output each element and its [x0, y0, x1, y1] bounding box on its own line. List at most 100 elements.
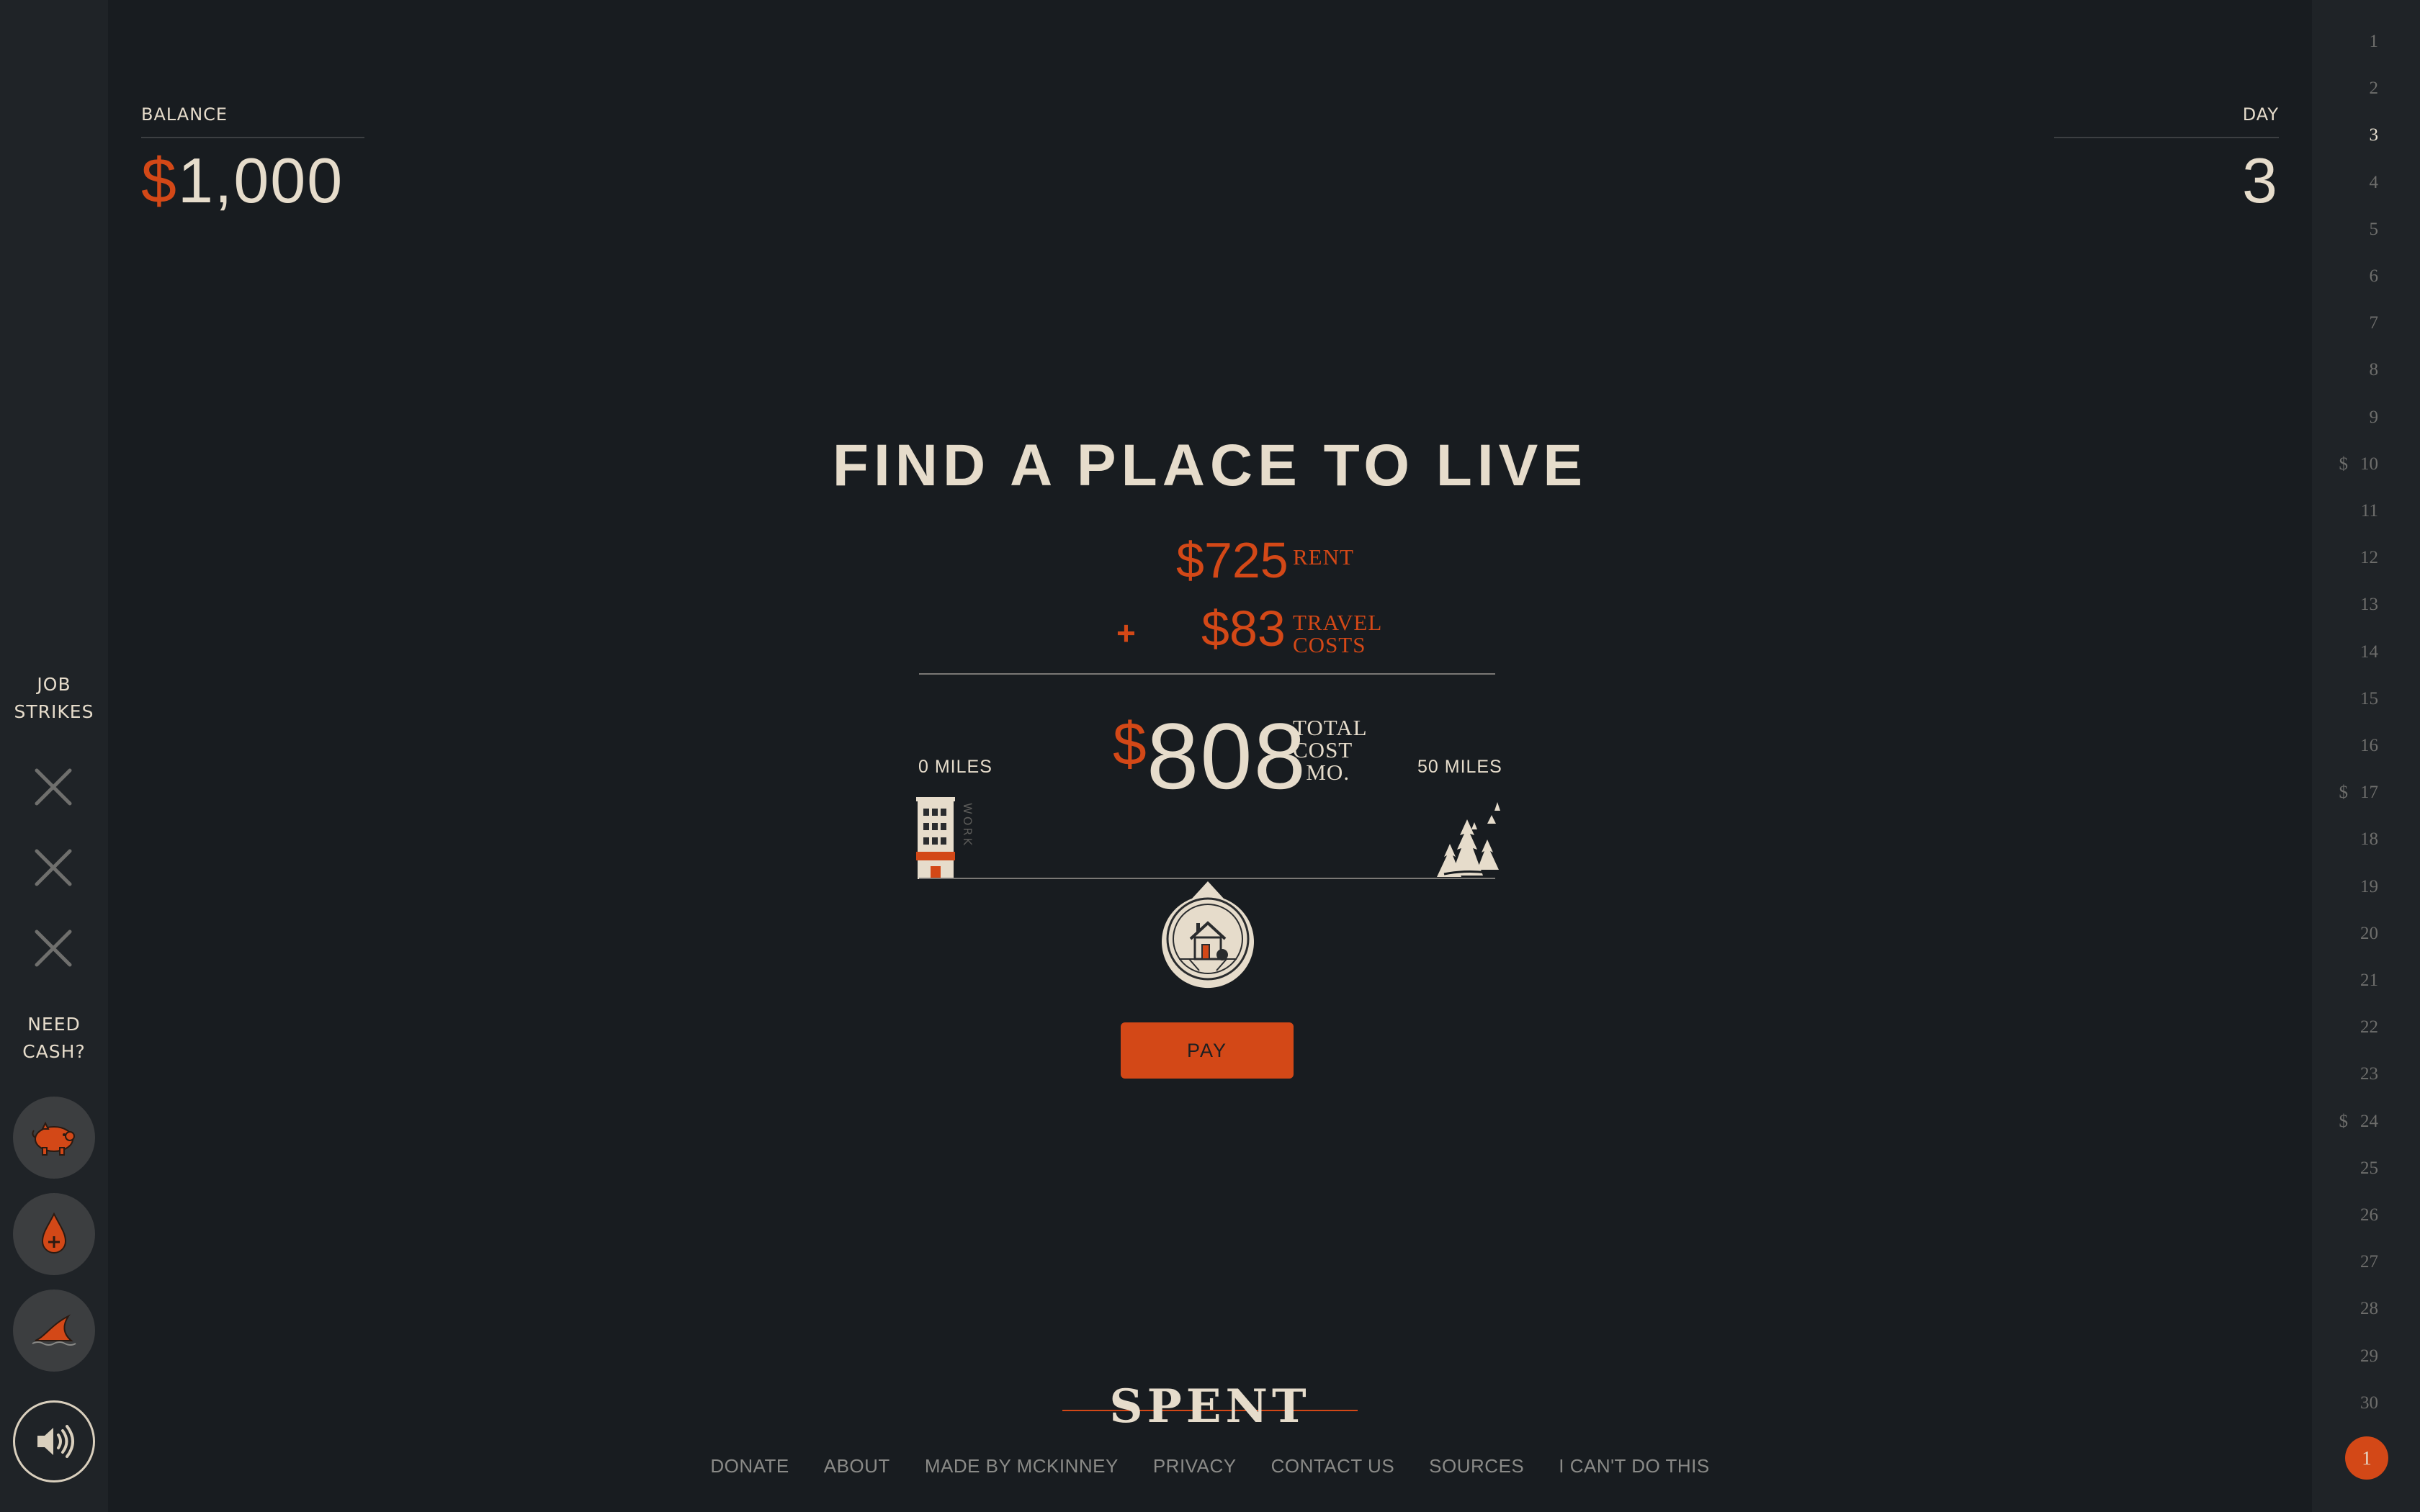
need-cash-label: NEED CASH? — [22, 1014, 86, 1062]
day-number: 26 — [2360, 1205, 2378, 1225]
day-number: 28 — [2360, 1299, 2378, 1319]
total-amount: 808 — [1147, 703, 1307, 809]
day-tick: 12 — [2321, 548, 2378, 568]
day-number: 18 — [2360, 829, 2378, 850]
day-tick: $17 — [2321, 783, 2379, 803]
plus-sign: + — [1116, 614, 1136, 652]
footer-link-donate[interactable]: DONATE — [710, 1455, 789, 1477]
footer-link-contact-us[interactable]: CONTACT US — [1271, 1455, 1395, 1477]
travel-row: $83 — [1201, 600, 1286, 657]
logo-text: SPENT — [1109, 1379, 1311, 1434]
day-tick: 29 — [2321, 1346, 2378, 1367]
day-tick: 20 — [2321, 924, 2378, 944]
day-number: 9 — [2369, 407, 2379, 427]
day-number: 14 — [2360, 642, 2378, 662]
day-tick: 5 — [2321, 219, 2379, 240]
day-number: 13 — [2360, 595, 2378, 615]
day-tick: 2 — [2321, 78, 2379, 99]
footer-nav: DONATE ABOUT MADE BY MCKINNEY PRIVACY CONTAC… — [0, 1455, 2420, 1477]
home-location-slider[interactable] — [1157, 878, 1258, 999]
min-miles-label: 0 MILES — [918, 757, 992, 777]
balance-amount: 1,000 — [177, 145, 344, 216]
balance-value: $1,000 — [141, 144, 344, 217]
rent-label: RENT — [1293, 544, 1354, 570]
day-tick: 23 — [2321, 1064, 2378, 1084]
day-tick: 18 — [2321, 829, 2378, 850]
day-tick: 7 — [2321, 313, 2379, 333]
pay-button[interactable]: PAY — [1121, 1022, 1294, 1079]
piggy-bank-icon — [32, 1121, 75, 1156]
shark-fin-icon — [32, 1314, 76, 1346]
day-number: 4 — [2369, 172, 2379, 192]
day-tick: 15 — [2321, 689, 2378, 709]
day-tick: 9 — [2321, 407, 2379, 428]
day-tick: 22 — [2321, 1017, 2378, 1038]
footer-link-i-can-t-do-this[interactable]: I CAN'T DO THIS — [1559, 1455, 1709, 1477]
piggy-bank-button[interactable] — [13, 1097, 95, 1179]
day-number: 15 — [2360, 688, 2378, 708]
job-strikes-label: JOB STRIKES — [14, 674, 94, 722]
total-label: TOTAL COST / MO. — [1293, 715, 1368, 785]
rent-amount: 725 — [1204, 532, 1289, 588]
work-label: WORK — [961, 803, 974, 847]
day-number: 30 — [2360, 1392, 2378, 1413]
day-number: 27 — [2360, 1252, 2378, 1272]
payday-marker: $ — [2339, 1111, 2349, 1131]
balance-divider — [141, 137, 364, 138]
balance-currency: $ — [141, 145, 178, 216]
day-tick: 19 — [2321, 877, 2378, 897]
work-building-icon: WORK — [916, 797, 974, 879]
day-number: 7 — [2369, 313, 2379, 333]
day-tick: 28 — [2321, 1299, 2378, 1319]
day-number: 5 — [2369, 219, 2379, 239]
day-label: DAY — [2242, 104, 2279, 125]
day-number: 25 — [2360, 1158, 2378, 1178]
footer-link-privacy[interactable]: PRIVACY — [1153, 1455, 1237, 1477]
day-number: 21 — [2360, 971, 2378, 990]
day-tick: $24 — [2321, 1111, 2379, 1132]
page-title: FIND A PLACE TO LIVE — [832, 433, 1588, 498]
day-tick: 26 — [2321, 1205, 2378, 1225]
footer-link-about[interactable]: ABOUT — [824, 1455, 890, 1477]
footer-link-made-by-mckinney[interactable]: MADE BY MCKINNEY — [925, 1455, 1119, 1477]
day-tick: 8 — [2321, 360, 2379, 380]
footer-link-sources[interactable]: SOURCES — [1429, 1455, 1524, 1477]
blood-drop-icon — [41, 1212, 67, 1254]
travel-amount: 83 — [1229, 600, 1286, 657]
day-calendar-rail: 1 2 3 4 5 6 7 8 9 $10 11 12 13 14 15 16 $17 18 19 20 21 22 23 $… — [2312, 0, 2420, 1512]
day-value: 3 — [2242, 145, 2277, 216]
day-number: 22 — [2360, 1017, 2378, 1038]
travel-label: TRAVEL COSTS — [1293, 610, 1383, 657]
day-tick: 6 — [2321, 266, 2379, 287]
blood-donation-button[interactable] — [13, 1193, 95, 1275]
day-tick: 30 — [2321, 1393, 2378, 1413]
day-number: 24 — [2360, 1111, 2378, 1131]
day-tick: 25 — [2321, 1158, 2378, 1179]
day-number: 6 — [2369, 266, 2379, 286]
day-divider — [2054, 137, 2279, 138]
day-tick: 11 — [2321, 501, 2378, 521]
day-number: 12 — [2360, 548, 2378, 568]
day-number: 16 — [2360, 736, 2378, 755]
day-tick: 13 — [2321, 595, 2378, 615]
rent-currency: $ — [1176, 532, 1204, 588]
day-tick: 1 — [2321, 32, 2379, 52]
day-number: 2 — [2369, 78, 2379, 99]
day-number: 1 — [2369, 32, 2379, 51]
day-number: 17 — [2360, 783, 2378, 803]
close-icon — [28, 923, 79, 973]
day-number: 29 — [2360, 1346, 2378, 1366]
day-tick: 3 — [2321, 125, 2379, 145]
day-tick: 21 — [2321, 971, 2378, 991]
day-number: 3 — [2369, 125, 2379, 145]
day-number: 19 — [2360, 876, 2378, 896]
day-tick: 14 — [2321, 642, 2378, 662]
loan-shark-button[interactable] — [13, 1290, 95, 1372]
balance-label: BALANCE — [141, 104, 228, 125]
trees-icon — [1437, 802, 1504, 877]
rent-row: $725 — [1176, 531, 1289, 589]
travel-currency: $ — [1201, 600, 1229, 657]
total-currency: $ — [1113, 710, 1147, 778]
day-number: 23 — [2360, 1064, 2378, 1084]
close-icon — [28, 762, 79, 812]
